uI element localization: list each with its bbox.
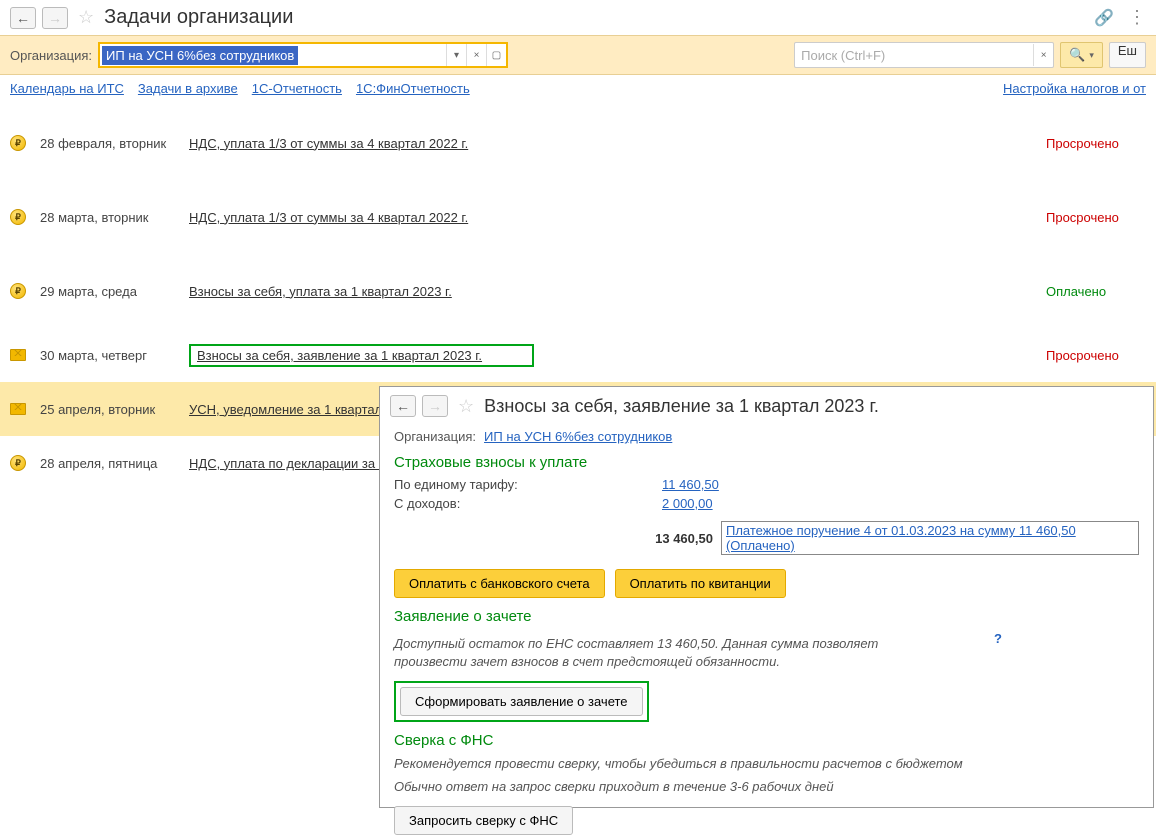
task-date: 28 февраля, вторник — [40, 136, 175, 151]
more-button[interactable]: Еш — [1109, 42, 1146, 68]
link-1c-report[interactable]: 1С-Отчетность — [252, 81, 342, 96]
link-archive[interactable]: Задачи в архиве — [138, 81, 238, 96]
section-reconcile-heading: Сверка с ФНС — [394, 732, 1139, 749]
org-clear-icon[interactable]: × — [466, 44, 486, 66]
toolbar: Организация: ИП на УСН 6%без сотрудников… — [0, 35, 1156, 75]
panel-back-button[interactable]: ← — [390, 395, 416, 417]
panel-title: Взносы за себя, заявление за 1 квартал 2… — [484, 396, 879, 417]
search-box[interactable]: × — [794, 42, 1054, 68]
task-desc-link[interactable]: УСН, уведомление за 1 квартал 20 — [189, 402, 400, 417]
task-status: Просрочено — [1046, 136, 1146, 151]
task-desc-cell: НДС, уплата 1/3 от суммы за 4 квартал 20… — [189, 136, 1032, 151]
reconcile-note-1: Рекомендуется провести сверку, чтобы убе… — [394, 755, 1139, 773]
task-date: 25 апреля, вторник — [40, 402, 175, 417]
tariff-value[interactable]: 11 460,50 — [662, 477, 719, 492]
link-icon[interactable]: 🔗 — [1094, 8, 1114, 28]
header: ← → ☆ Задачи организации 🔗 ⋮ — [0, 0, 1156, 35]
ruble-icon: ₽ — [10, 135, 26, 151]
task-row[interactable]: 30 марта, четверг Взносы за себя, заявлен… — [0, 328, 1156, 382]
task-date: 30 марта, четверг — [40, 348, 175, 363]
task-desc-cell: Взносы за себя, заявление за 1 квартал 2… — [189, 344, 1032, 367]
envelope-icon — [10, 403, 26, 415]
help-icon[interactable]: ? — [994, 631, 1002, 675]
link-fin-report[interactable]: 1С:ФинОтчетность — [356, 81, 470, 96]
task-row[interactable]: ₽28 марта, вторник НДС, уплата 1/3 от сум… — [0, 180, 1156, 254]
org-value: ИП на УСН 6%без сотрудников — [102, 46, 298, 65]
form-statement-button[interactable]: Сформировать заявление о зачете — [400, 687, 643, 716]
panel-header: ← → ☆ Взносы за себя, заявление за 1 ква… — [380, 387, 1153, 425]
panel-org-link[interactable]: ИП на УСН 6%без сотрудников — [484, 429, 672, 444]
task-desc-link[interactable]: НДС, уплата 1/3 от суммы за 4 квартал 20… — [189, 136, 468, 151]
task-row[interactable]: ₽28 февраля, вторник НДС, уплата 1/3 от с… — [0, 106, 1156, 180]
pay-bank-button[interactable]: Оплатить с банковского счета — [394, 569, 605, 598]
org-open-icon[interactable]: ▢ — [486, 44, 506, 66]
envelope-icon — [10, 349, 26, 361]
search-button[interactable]: 🔍 ▾ — [1060, 42, 1103, 68]
org-label: Организация: — [10, 48, 92, 63]
nav-forward-button[interactable]: → — [42, 7, 68, 29]
search-input[interactable] — [795, 46, 1033, 65]
task-desc-link[interactable]: НДС, уплата по декларации за 1 к — [189, 456, 395, 471]
task-date: 28 апреля, пятница — [40, 456, 175, 471]
nav-back-button[interactable]: ← — [10, 7, 36, 29]
panel-forward-button[interactable]: → — [422, 395, 448, 417]
chevron-down-icon: ▾ — [1089, 50, 1094, 61]
reconcile-note-2: Обычно ответ на запрос сверки приходит в… — [394, 778, 1139, 796]
favorite-star-icon[interactable]: ☆ — [78, 7, 94, 28]
payment-order-link[interactable]: Платежное поручение 4 от 01.03.2023 на с… — [721, 521, 1139, 555]
task-desc-cell: Взносы за себя, уплата за 1 квартал 2023… — [189, 284, 1032, 299]
ruble-icon: ₽ — [10, 283, 26, 299]
task-status: Просрочено — [1046, 348, 1146, 363]
income-label: С доходов: — [394, 496, 662, 511]
detail-panel: ← → ☆ Взносы за себя, заявление за 1 ква… — [379, 386, 1154, 808]
task-desc-link[interactable]: Взносы за себя, уплата за 1 квартал 2023… — [189, 284, 452, 299]
task-date: 29 марта, среда — [40, 284, 175, 299]
request-reconcile-button[interactable]: Запросить сверку с ФНС — [394, 806, 573, 835]
magnifier-icon: 🔍 — [1069, 47, 1085, 63]
task-desc-link[interactable]: Взносы за себя, заявление за 1 квартал 2… — [197, 348, 482, 363]
task-status: Оплачено — [1046, 284, 1146, 299]
income-value[interactable]: 2 000,00 — [662, 496, 713, 511]
panel-org-label: Организация: — [394, 429, 476, 444]
task-status: Просрочено — [1046, 210, 1146, 225]
link-its[interactable]: Календарь на ИТС — [10, 81, 124, 96]
pay-receipt-button[interactable]: Оплатить по квитанции — [615, 569, 786, 598]
task-desc-cell: НДС, уплата 1/3 от суммы за 4 квартал 20… — [189, 210, 1032, 225]
task-date: 28 марта, вторник — [40, 210, 175, 225]
tariff-label: По единому тарифу: — [394, 477, 662, 492]
links-row: Календарь на ИТС Задачи в архиве 1С-Отче… — [0, 75, 1156, 102]
total-value: 13 460,50 — [653, 531, 713, 546]
task-desc-link[interactable]: НДС, уплата 1/3 от суммы за 4 квартал 20… — [189, 210, 468, 225]
search-clear-icon[interactable]: × — [1033, 44, 1053, 66]
page-title: Задачи организации — [104, 6, 293, 29]
task-row[interactable]: ₽29 марта, среда Взносы за себя, уплата з… — [0, 254, 1156, 328]
ruble-icon: ₽ — [10, 455, 26, 471]
link-tax-settings[interactable]: Настройка налогов и от — [1003, 81, 1146, 96]
org-field[interactable]: ИП на УСН 6%без сотрудников ▾ × ▢ — [98, 42, 508, 68]
panel-body: Организация: ИП на УСН 6%без сотрудников… — [380, 429, 1153, 835]
org-dropdown-icon[interactable]: ▾ — [446, 44, 466, 66]
section-insurance-heading: Страховые взносы к уплате — [394, 454, 1139, 471]
ruble-icon: ₽ — [10, 209, 26, 225]
highlighted-task: Взносы за себя, заявление за 1 квартал 2… — [189, 344, 534, 367]
panel-star-icon[interactable]: ☆ — [458, 396, 474, 417]
statement-note: Доступный остаток по ЕНС составляет 13 4… — [394, 635, 954, 671]
statement-button-highlight: Сформировать заявление о зачете — [394, 681, 649, 722]
more-menu-icon[interactable]: ⋮ — [1128, 7, 1146, 28]
section-statement-heading: Заявление о зачете — [394, 608, 1139, 625]
